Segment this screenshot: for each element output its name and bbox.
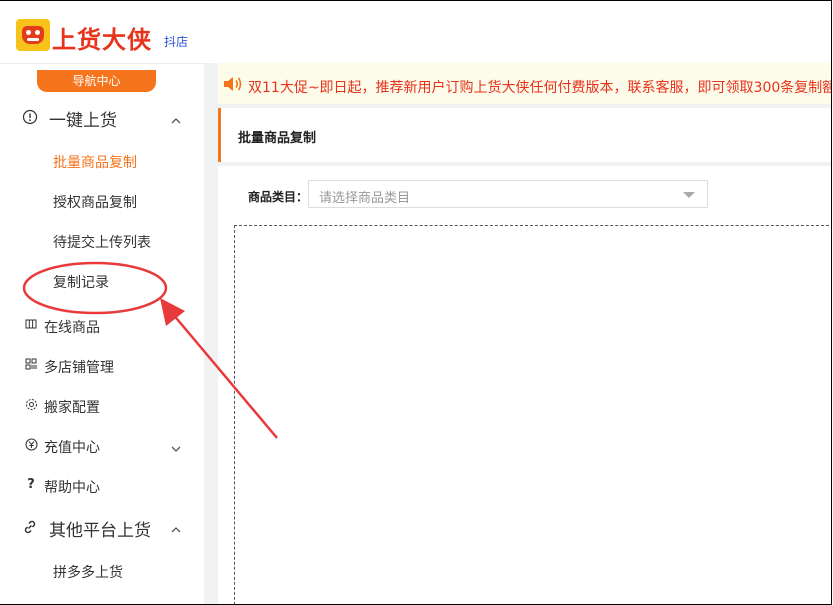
logo-eye	[35, 30, 40, 35]
sidebar-item-label: 在线商品	[44, 320, 100, 336]
sidebar-group-one-click-upload[interactable]: 一键上货	[0, 106, 204, 131]
sidebar-item-label: 授权商品复制	[53, 195, 137, 211]
product-drop-area[interactable]	[234, 225, 831, 604]
panel-title: 批量商品复制	[238, 131, 317, 146]
grid-table-icon	[24, 318, 38, 332]
sidebar-item-help-center[interactable]: ? 帮助中心	[0, 477, 204, 497]
brand-logo-icon[interactable]	[16, 19, 50, 51]
sidebar-group-label: 一键上货	[49, 111, 117, 131]
info-circle-icon	[22, 109, 38, 125]
logo-eye	[26, 30, 31, 35]
brand-subtitle: 抖店	[164, 35, 189, 49]
gear-icon	[24, 398, 38, 412]
main-content: 批量商品复制 商品类目： 请选择商品类目	[218, 104, 831, 604]
apps-icon	[24, 358, 38, 372]
chevron-up-icon[interactable]	[170, 524, 182, 536]
chevron-down-icon[interactable]	[170, 443, 182, 455]
app-header: 上货大侠 抖店	[0, 1, 831, 63]
sidebar-item-migration-config[interactable]: 搬家配置	[0, 397, 204, 417]
category-select[interactable]: 请选择商品类目	[308, 180, 708, 208]
sidebar-item-label: 待提交上传列表	[53, 235, 151, 251]
sidebar-item-label: 拼多多上货	[53, 565, 123, 581]
dropdown-arrow-icon	[683, 192, 695, 198]
sidebar-item-pinduoduo[interactable]: 拼多多上货	[0, 562, 204, 582]
sidebar-item-online-products[interactable]: 在线商品	[0, 317, 204, 337]
panel-header: 批量商品复制	[218, 108, 831, 162]
chevron-up-icon[interactable]	[170, 115, 182, 127]
nav-center-tab[interactable]: 导航中心	[37, 70, 156, 92]
sidebar-item-label: 批量商品复制	[53, 155, 137, 171]
sidebar-item-pending-upload[interactable]: 待提交上传列表	[0, 232, 204, 252]
sidebar-item-copy-records[interactable]: 复制记录	[0, 272, 204, 292]
panel-body: 商品类目： 请选择商品类目	[218, 166, 831, 604]
sidebar-item-recharge-center[interactable]: 充值中心	[0, 437, 204, 457]
sidebar-item-label: 充值中心	[44, 440, 100, 456]
question-icon: ?	[27, 477, 35, 492]
sidebar: 导航中心 一键上货 批量商品复制 授权商品复制 待提交上传列表 复制记录 在线商…	[0, 63, 204, 604]
category-placeholder: 请选择商品类目	[319, 191, 411, 206]
sidebar-item-label: 复制记录	[53, 275, 109, 291]
sidebar-item-label: 搬家配置	[44, 400, 100, 416]
sidebar-group-other-platforms[interactable]: 其他平台上货	[0, 516, 204, 541]
category-label: 商品类目：	[248, 190, 309, 204]
sidebar-group-label: 其他平台上货	[49, 521, 151, 541]
sidebar-item-authorized-copy[interactable]: 授权商品复制	[0, 192, 204, 212]
yen-icon	[24, 438, 38, 452]
sidebar-item-batch-copy[interactable]: 批量商品复制	[0, 152, 204, 172]
sidebar-item-label: 帮助中心	[44, 480, 100, 496]
notice-bar: 双11大促~即日起，推荐新用户订购上货大侠任何付费版本，联系客服，即可领取300…	[218, 63, 832, 104]
logo-mouth	[27, 38, 39, 41]
brand-name[interactable]: 上货大侠	[52, 20, 152, 55]
sidebar-gutter	[204, 63, 218, 604]
sidebar-item-label: 多店铺管理	[44, 360, 114, 376]
link-icon	[22, 519, 38, 535]
speaker-icon	[224, 77, 242, 91]
notice-text: 双11大促~即日起，推荐新用户订购上货大侠任何付费版本，联系客服，即可领取300…	[248, 80, 832, 96]
logo-face	[22, 26, 44, 44]
app-frame: 上货大侠 抖店 导航中心 一键上货 批量商品复制 授权商品复制 待提交上传列表 …	[0, 0, 832, 605]
sidebar-item-multi-store[interactable]: 多店铺管理	[0, 357, 204, 377]
